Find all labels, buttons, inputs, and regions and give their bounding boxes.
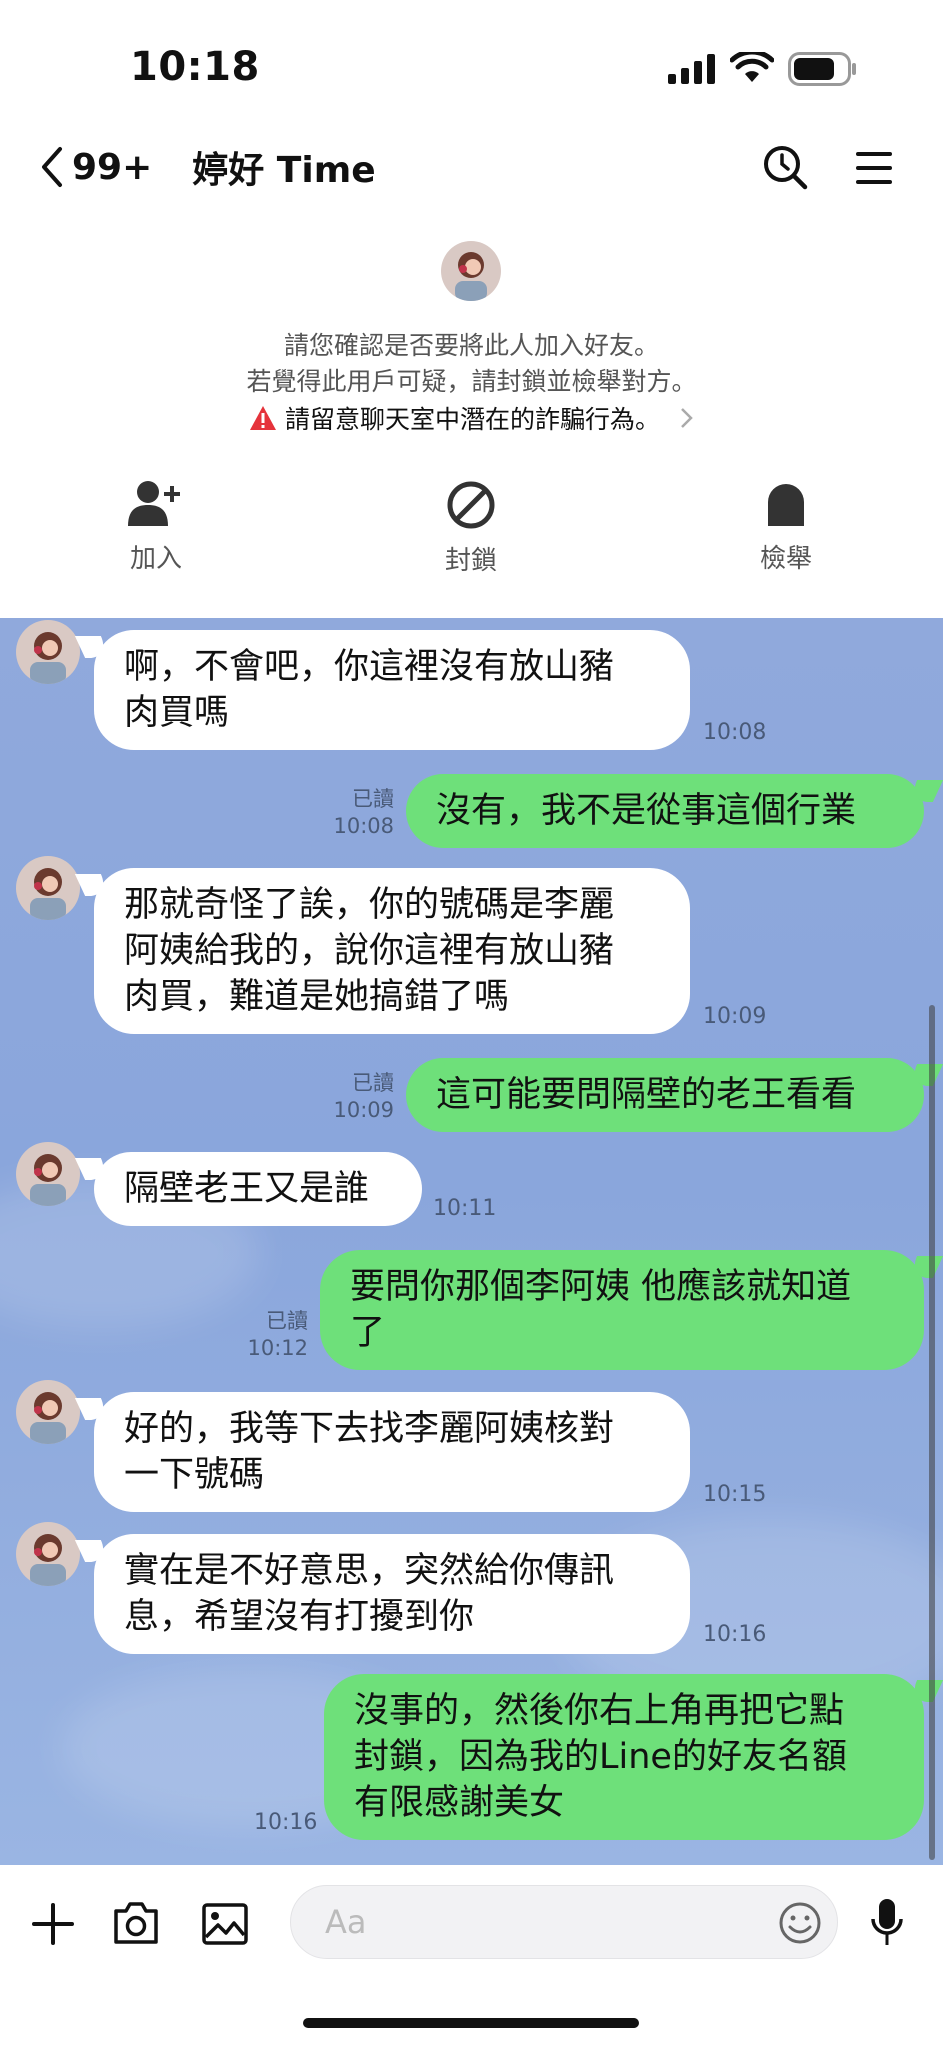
message-time: 10:15 (703, 1482, 767, 1507)
microphone-icon (871, 1899, 903, 1945)
plus-icon (32, 1903, 74, 1945)
voice-button[interactable] (870, 1897, 904, 1953)
message-time: 10:09 (333, 1098, 394, 1122)
incoming-message[interactable]: 好的，我等下去找李麗阿姨核對 一下號碼 (94, 1392, 690, 1512)
message-time: 10:16 (254, 1810, 318, 1835)
outgoing-message[interactable]: 要問你那個李阿姨 他應該就知道 了 (320, 1250, 924, 1370)
block-button[interactable]: 封鎖 (391, 480, 551, 577)
chat-area[interactable]: 啊，不會吧，你這裡沒有放山豬 肉買嗎 10:08 已讀 10:08 沒有，我不是… (0, 618, 943, 1865)
add-friend-icon (128, 481, 180, 526)
menu-button[interactable] (856, 150, 892, 190)
add-friend-label: 加入 (129, 544, 182, 574)
message-time: 10:11 (433, 1196, 497, 1221)
outgoing-message[interactable]: 沒事的，然後你右上角再把它點 封鎖，因為我的Line的好友名額 有限感謝美女 (324, 1674, 924, 1840)
hamburger-menu-icon (856, 152, 892, 184)
add-friend-button[interactable]: 加入 (76, 480, 236, 575)
chat-scrollbar[interactable] (929, 1005, 935, 1860)
message-time: 10:12 (247, 1336, 308, 1360)
incoming-message[interactable]: 隔壁老王又是誰 (94, 1152, 422, 1226)
read-receipt: 已讀 10:12 (232, 1308, 308, 1362)
signal-icon (668, 54, 716, 88)
read-receipt: 已讀 10:09 (318, 1070, 394, 1124)
add-attachment-button[interactable] (30, 1901, 76, 1951)
scam-warning-text: 請留意聊天室中潛在的詐騙行為。 (284, 405, 660, 434)
message-input[interactable]: Aa (290, 1885, 838, 1959)
chevron-left-icon (42, 147, 62, 187)
back-button[interactable]: 99+ (40, 145, 152, 189)
block-label: 封鎖 (444, 546, 497, 576)
battery-icon (788, 52, 858, 90)
warning-icon (249, 406, 276, 430)
message-time: 10:16 (703, 1622, 767, 1647)
block-icon (447, 481, 495, 529)
wifi-icon (729, 49, 775, 88)
outgoing-message[interactable]: 沒有，我不是從事這個行業 (406, 774, 924, 848)
gallery-button[interactable] (202, 1903, 248, 1949)
incoming-message[interactable]: 那就奇怪了誒，你的號碼是李麗 阿姨給我的，說你這裡有放山豬 肉買，難道是她搞錯了… (94, 868, 690, 1034)
image-icon (202, 1903, 248, 1945)
incoming-message[interactable]: 啊，不會吧，你這裡沒有放山豬 肉買嗎 (94, 630, 690, 750)
home-indicator (303, 2018, 639, 2028)
chevron-right-icon (681, 408, 693, 428)
sender-avatar[interactable] (16, 1142, 80, 1206)
emoji-button[interactable] (778, 1901, 822, 1949)
report-icon (768, 484, 804, 526)
emoji-icon (779, 1902, 821, 1944)
chat-title: 婷好 Time (192, 150, 376, 191)
read-label: 已讀 (352, 787, 394, 811)
status-time: 10:18 (130, 44, 260, 90)
incoming-message[interactable]: 實在是不好意思，突然給你傳訊 息，希望沒有打擾到你 (94, 1534, 690, 1654)
report-button[interactable]: 檢舉 (706, 480, 866, 575)
search-clock-icon (764, 146, 808, 190)
sender-avatar[interactable] (16, 620, 80, 684)
header: 99+ 婷好 Time (40, 142, 376, 192)
message-time: 10:08 (703, 720, 767, 745)
contact-avatar[interactable] (441, 241, 501, 301)
read-receipt: 已讀 10:08 (318, 786, 394, 840)
unread-count: 99+ (72, 146, 153, 188)
search-history-button[interactable] (762, 144, 808, 194)
message-time: 10:09 (703, 1004, 767, 1029)
notice-confirm-text: 請您確認是否要將此人加入好友。 (283, 331, 659, 360)
read-label: 已讀 (352, 1071, 394, 1095)
sender-avatar[interactable] (16, 856, 80, 920)
camera-button[interactable] (112, 1901, 160, 1949)
notice-suspicious-text: 若覺得此用戶可疑，請封鎖並檢舉對方。 (246, 367, 697, 396)
sender-avatar[interactable] (16, 1522, 80, 1586)
outgoing-message[interactable]: 這可能要問隔壁的老王看看 (406, 1058, 924, 1132)
message-time: 10:08 (333, 814, 394, 838)
scam-warning-link[interactable]: 請留意聊天室中潛在的詐騙行為。 (0, 400, 943, 436)
camera-icon (114, 1902, 158, 1944)
read-label: 已讀 (266, 1309, 308, 1333)
sender-avatar[interactable] (16, 1380, 80, 1444)
report-label: 檢舉 (759, 544, 812, 574)
